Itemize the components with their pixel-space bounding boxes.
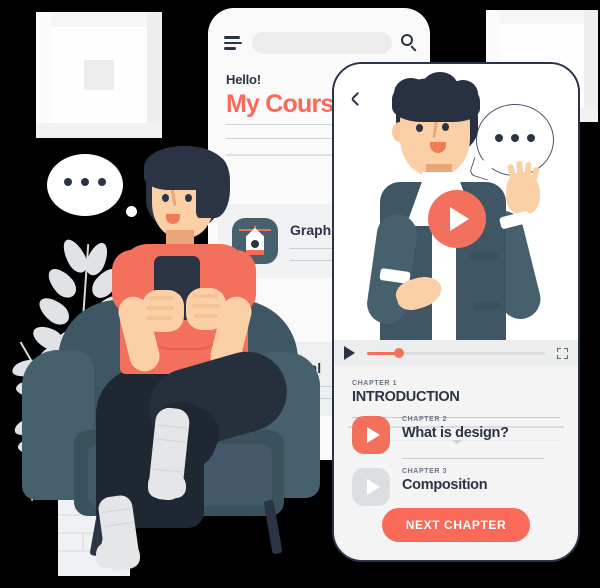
play-icon[interactable] (344, 346, 355, 360)
chapter-label: CHAPTER 2 (402, 416, 448, 423)
thought-bubble-tail (126, 206, 137, 217)
frame-inner-square (84, 60, 114, 90)
chapter-2-text: CHAPTER 2 What is design? (402, 416, 509, 441)
chapter-label: CHAPTER 1 (352, 380, 398, 387)
search-icon[interactable] (401, 34, 419, 52)
presenter-hand-waving (506, 160, 540, 214)
person-eye-right (185, 194, 192, 202)
speech-bubble-dots (477, 134, 553, 142)
video-progress-bar[interactable] (367, 348, 545, 358)
chapter-rule (402, 458, 544, 459)
video-player[interactable] (334, 64, 578, 340)
person-foot-left (96, 542, 140, 568)
person-hair-side (196, 156, 230, 218)
chapter-title: INTRODUCTION (352, 389, 460, 405)
back-chevron-icon[interactable] (351, 91, 364, 106)
chapter-title: What is design? (402, 425, 509, 441)
chapter-label: CHAPTER 3 (402, 468, 448, 475)
search-input[interactable] (252, 32, 392, 54)
play-icon (366, 427, 380, 443)
hamburger-menu-icon[interactable] (224, 36, 242, 50)
chapter-title: Composition (402, 477, 488, 493)
play-icon (450, 207, 469, 231)
presenter-pocket (474, 302, 500, 310)
chapter-play-button-locked[interactable] (352, 468, 390, 506)
chapter-play-button-active[interactable] (352, 416, 390, 454)
fullscreen-icon[interactable] (557, 347, 568, 359)
next-chapter-button[interactable]: NEXT CHAPTER (382, 508, 530, 542)
person-foot-right (148, 472, 186, 498)
phone-foreground-screen: CHAPTER 1 INTRODUCTION CHAPTER 2 What is… (332, 62, 580, 562)
presenter-eye-left (416, 124, 423, 132)
illustration-canvas: Hello! My Courses Graphic Design (0, 0, 600, 588)
chapter-3-text: CHAPTER 3 Composition (402, 468, 488, 493)
presenter-pocket (470, 252, 498, 260)
person-hand-left (142, 290, 184, 332)
video-play-overlay-button[interactable] (428, 190, 486, 248)
thought-bubble-dots (47, 178, 123, 186)
presenter-eye-right (442, 123, 449, 131)
person-eye-left (162, 194, 169, 202)
thought-bubble-icon (47, 154, 123, 216)
person-hand-right (186, 288, 226, 330)
video-progress-knob[interactable] (394, 348, 405, 358)
presenter-hair-curl (448, 80, 478, 108)
picture-frame-left (36, 12, 162, 138)
greeting-text: Hello! (226, 72, 261, 87)
play-icon (366, 479, 380, 495)
video-controls-bar[interactable] (334, 340, 578, 366)
person-shirt-fold (150, 330, 220, 350)
